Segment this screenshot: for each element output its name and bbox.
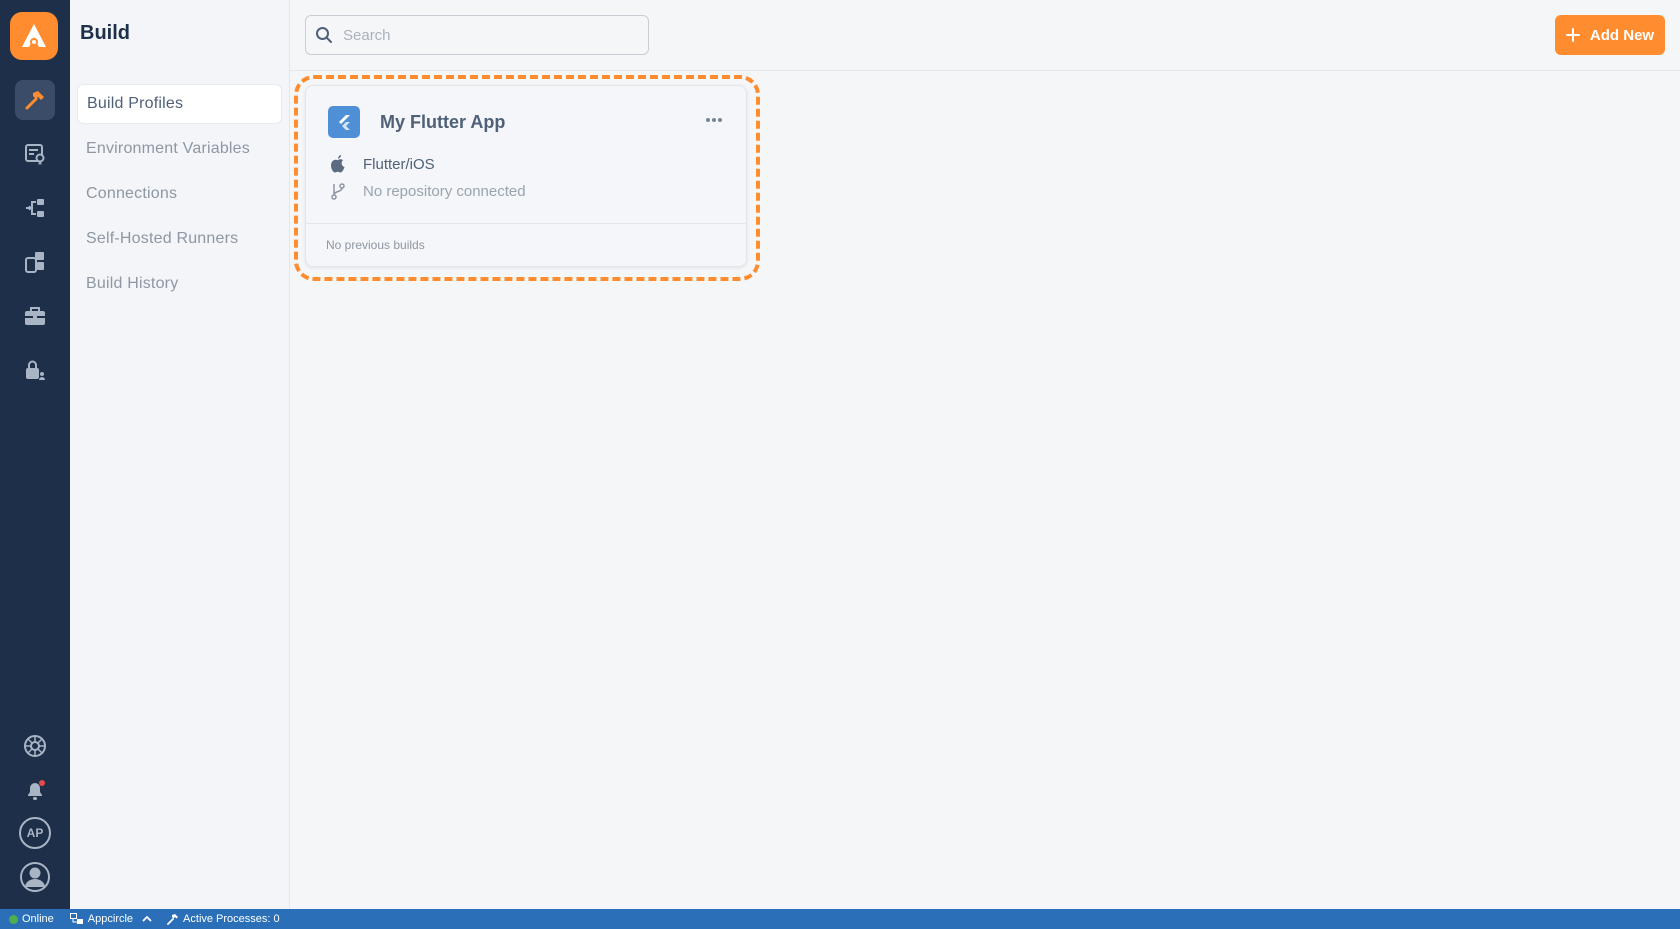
build-sidebar: Build Build Profiles Environment Variabl… xyxy=(70,0,290,909)
apple-icon xyxy=(331,155,345,173)
sidebar-item-connections[interactable]: Connections xyxy=(77,174,282,214)
top-bar: Add New xyxy=(290,0,1680,71)
signing-identities-icon xyxy=(25,144,45,165)
git-branch-icon xyxy=(331,183,345,200)
section-title: Build xyxy=(80,22,130,44)
search-box[interactable] xyxy=(305,15,649,55)
build-status-text: No previous builds xyxy=(326,238,425,252)
distribution-icon xyxy=(26,199,44,217)
settings-icon xyxy=(24,735,46,757)
add-new-button[interactable]: Add New xyxy=(1555,15,1665,55)
organization-label: Appcircle xyxy=(87,913,134,925)
active-processes[interactable]: Active Processes: 0 xyxy=(167,913,280,925)
enterprise-store-icon xyxy=(25,307,45,325)
build-profile-card[interactable]: My Flutter App Flutter/iOS No repository… xyxy=(305,85,747,267)
testing-distribution-icon xyxy=(25,252,44,273)
appcircle-logo[interactable] xyxy=(10,12,58,60)
nav-organization[interactable]: AP xyxy=(15,813,55,853)
add-new-label: Add New xyxy=(1589,26,1655,44)
icon-rail: AP xyxy=(0,0,70,909)
more-horizontal-icon xyxy=(706,118,722,122)
notifications-icon xyxy=(28,780,45,800)
nav-enterprise-store[interactable] xyxy=(15,296,55,336)
nav-settings[interactable] xyxy=(15,726,55,766)
status-bar: Online Appcircle Active Processes: 0 xyxy=(0,909,1680,929)
nav-notifications[interactable] xyxy=(15,770,55,810)
organization-switcher[interactable]: Appcircle xyxy=(69,913,153,925)
flutter-app-icon xyxy=(328,106,360,138)
nav-publish[interactable] xyxy=(15,350,55,390)
search-input[interactable] xyxy=(343,26,633,44)
logo-icon xyxy=(22,24,46,47)
online-label: Online xyxy=(22,913,54,925)
sidebar-item-self-hosted-runners[interactable]: Self-Hosted Runners xyxy=(77,219,282,259)
lock-icon xyxy=(26,360,45,380)
app-name: My Flutter App xyxy=(380,112,506,132)
nav-distribution[interactable] xyxy=(15,188,55,228)
nav-signing-identities[interactable] xyxy=(15,134,55,174)
platform-row: Flutter/iOS xyxy=(329,154,435,174)
build-menu: Build Profiles Environment Variables Con… xyxy=(77,84,282,309)
flutter-icon xyxy=(339,115,350,130)
hammer-icon xyxy=(25,91,44,110)
repository-row: No repository connected xyxy=(329,182,526,200)
card-divider xyxy=(306,223,746,224)
repository-label: No repository connected xyxy=(363,182,526,200)
organization-icon xyxy=(69,913,83,924)
sidebar-item-build-profiles[interactable]: Build Profiles xyxy=(77,84,282,124)
hammer-small-icon xyxy=(167,914,179,925)
nav-user-profile[interactable] xyxy=(15,857,55,897)
nav-testing-distribution[interactable] xyxy=(15,242,55,282)
nav-build[interactable] xyxy=(15,80,55,120)
sidebar-item-build-history[interactable]: Build History xyxy=(77,264,282,304)
active-processes-label: Active Processes: 0 xyxy=(183,913,280,925)
online-status: Online xyxy=(9,913,54,925)
chevron-up-icon xyxy=(142,915,152,922)
plus-icon xyxy=(1565,28,1580,42)
organization-avatar: AP xyxy=(19,817,51,849)
more-options-button[interactable] xyxy=(702,108,726,132)
search-icon xyxy=(316,27,332,43)
platform-label: Flutter/iOS xyxy=(363,155,435,173)
online-dot-icon xyxy=(9,914,18,924)
user-avatar-icon xyxy=(20,862,50,892)
sidebar-item-environment-variables[interactable]: Environment Variables xyxy=(77,129,282,169)
